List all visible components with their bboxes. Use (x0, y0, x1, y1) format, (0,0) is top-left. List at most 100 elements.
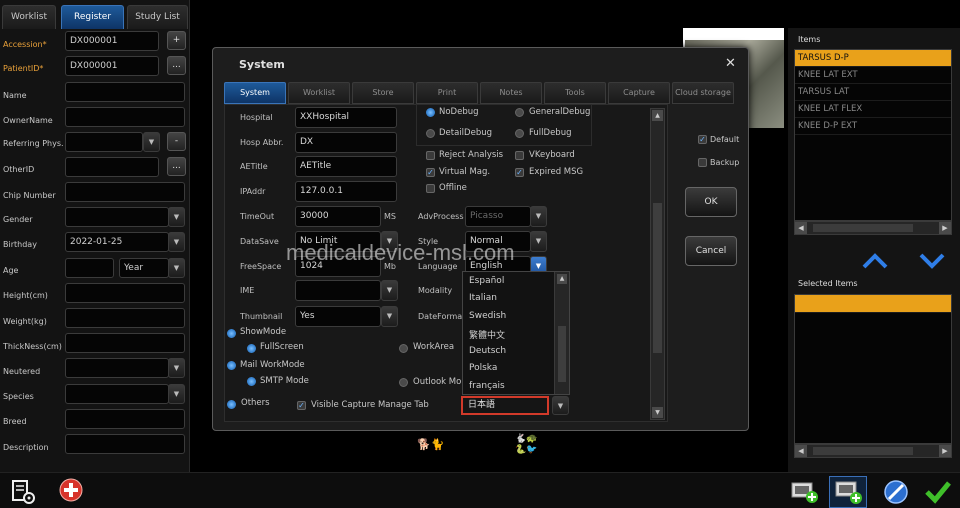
move-up-icon[interactable] (861, 252, 889, 273)
list-item[interactable]: TARSUS D-P (795, 50, 951, 67)
weight-input[interactable] (65, 308, 185, 328)
close-icon[interactable]: ✕ (725, 56, 736, 71)
birthday-input[interactable]: 2022-01-25 (65, 232, 169, 252)
vkeyboard-checkbox[interactable] (515, 151, 524, 160)
outlook-mode-radio[interactable] (399, 378, 408, 387)
referring-input[interactable] (65, 132, 143, 152)
smtp-mode-radio[interactable] (247, 377, 256, 386)
description-input[interactable] (65, 434, 185, 454)
chip-input[interactable] (65, 182, 185, 202)
expired-msg-checkbox[interactable]: ✓ (515, 168, 524, 177)
list-item[interactable]: KNEE LAT FLEX (795, 101, 951, 118)
species-select[interactable] (65, 384, 169, 404)
scroll-down-icon[interactable]: ▼ (652, 407, 663, 418)
age-input[interactable] (65, 258, 114, 278)
fullscreen-radio[interactable] (247, 344, 256, 353)
advprocess-dropdown-icon[interactable]: ▼ (530, 206, 547, 227)
ok-button[interactable]: OK (685, 187, 737, 217)
gender-dropdown-icon[interactable]: ▼ (168, 207, 185, 227)
referring-dropdown-icon[interactable]: ▼ (143, 132, 160, 152)
name-input[interactable] (65, 82, 185, 102)
tab-worklist-settings[interactable]: Worklist (288, 82, 350, 104)
japanese-dropdown-icon[interactable]: ▼ (552, 396, 569, 415)
scroll-up-icon[interactable]: ▲ (557, 274, 567, 284)
list-item[interactable]: TARSUS LAT (795, 84, 951, 101)
dog-cat-icon[interactable]: 🐕🐈 (417, 438, 444, 451)
scroll-left-icon[interactable]: ◀ (795, 445, 807, 457)
thumbnail-select[interactable]: Yes (295, 306, 381, 327)
scroll-left-icon[interactable]: ◀ (795, 222, 807, 234)
ipaddr-input[interactable]: 127.0.0.1 (295, 181, 397, 202)
visible-capture-checkbox[interactable]: ✓ (297, 401, 306, 410)
fulldebug-radio[interactable] (515, 129, 524, 138)
virtual-mag-checkbox[interactable]: ✓ (426, 168, 435, 177)
tab-register[interactable]: Register (61, 5, 124, 29)
add-series-icon[interactable] (829, 476, 867, 508)
add-accession-button[interactable]: + (167, 31, 186, 50)
birthday-dropdown-icon[interactable]: ▼ (168, 232, 185, 252)
language-option[interactable]: Italian (469, 293, 497, 303)
nodebug-radio[interactable] (426, 108, 435, 117)
scroll-up-icon[interactable]: ▲ (652, 110, 663, 121)
aetitle-input[interactable]: AETitle (295, 156, 397, 177)
datasave-dropdown-icon[interactable]: ▼ (381, 231, 398, 252)
ownername-input[interactable] (65, 107, 185, 127)
height-input[interactable] (65, 283, 185, 303)
tab-study-list[interactable]: Study List (127, 5, 188, 29)
exotic-animals-icon[interactable]: 🐇🐢 🐍🐦 (515, 434, 537, 456)
list-item[interactable]: KNEE D-P EXT (795, 118, 951, 135)
timeout-input[interactable]: 30000 (295, 206, 381, 227)
accession-input[interactable]: DX000001 (65, 31, 159, 51)
offline-checkbox[interactable] (426, 184, 435, 193)
ime-select[interactable] (295, 280, 381, 301)
species-dropdown-icon[interactable]: ▼ (168, 384, 185, 404)
others-radio[interactable] (227, 400, 236, 409)
advprocess-select[interactable]: Picasso (465, 206, 531, 227)
items-horizontal-scrollbar[interactable]: ◀ ▶ (794, 221, 952, 235)
language-list-scrollbar[interactable]: ▲ (554, 272, 569, 394)
selected-language-option[interactable]: 日本語 (461, 396, 549, 415)
showmode-radio[interactable] (227, 329, 236, 338)
selected-horizontal-scrollbar[interactable]: ◀ ▶ (794, 444, 952, 458)
add-image-icon[interactable] (790, 479, 820, 508)
default-checkbox[interactable]: ✓ (698, 135, 707, 144)
workarea-radio[interactable] (399, 344, 408, 353)
hospital-input[interactable]: XXHospital (295, 107, 397, 128)
detaildebug-radio[interactable] (426, 129, 435, 138)
neutered-dropdown-icon[interactable]: ▼ (168, 358, 185, 378)
tab-notes[interactable]: Notes (480, 82, 542, 104)
language-option[interactable]: 繁體中文 (469, 328, 505, 341)
items-list[interactable]: TARSUS D-P KNEE LAT EXT TARSUS LAT KNEE … (794, 49, 952, 221)
language-option[interactable]: Swedish (469, 311, 506, 321)
emergency-add-icon[interactable] (59, 478, 83, 505)
selected-items-list[interactable] (794, 294, 952, 444)
language-option[interactable]: Deutsch (469, 346, 506, 356)
breed-input[interactable] (65, 409, 185, 429)
thickness-input[interactable] (65, 333, 185, 353)
tab-store[interactable]: Store (352, 82, 414, 104)
backup-checkbox[interactable] (698, 158, 707, 167)
mail-workmode-radio[interactable] (227, 361, 236, 370)
move-down-icon[interactable] (918, 252, 946, 273)
referring-remove-button[interactable]: - (167, 132, 186, 151)
patientid-more-button[interactable]: ... (167, 56, 186, 75)
scroll-thumb[interactable] (558, 326, 566, 382)
cancel-button[interactable]: Cancel (685, 236, 737, 266)
hosp-abbr-input[interactable]: DX (295, 132, 397, 153)
tab-capture[interactable]: Capture (608, 82, 670, 104)
patientid-input[interactable]: DX000001 (65, 56, 159, 76)
settings-vertical-scrollbar[interactable]: ▲ ▼ (650, 108, 665, 420)
gender-select[interactable] (65, 207, 169, 227)
confirm-check-icon[interactable] (924, 479, 952, 508)
neutered-select[interactable] (65, 358, 169, 378)
scroll-thumb[interactable] (653, 203, 662, 353)
otherid-input[interactable] (65, 157, 159, 177)
generaldebug-radio[interactable] (515, 108, 524, 117)
scroll-right-icon[interactable]: ▶ (939, 445, 951, 457)
datasave-select[interactable]: No Limit (295, 231, 381, 252)
language-option[interactable]: français (469, 381, 505, 391)
style-dropdown-icon[interactable]: ▼ (530, 231, 547, 252)
thumbnail-dropdown-icon[interactable]: ▼ (381, 306, 398, 327)
tab-tools[interactable]: Tools (544, 82, 606, 104)
tab-system[interactable]: System (224, 82, 286, 104)
